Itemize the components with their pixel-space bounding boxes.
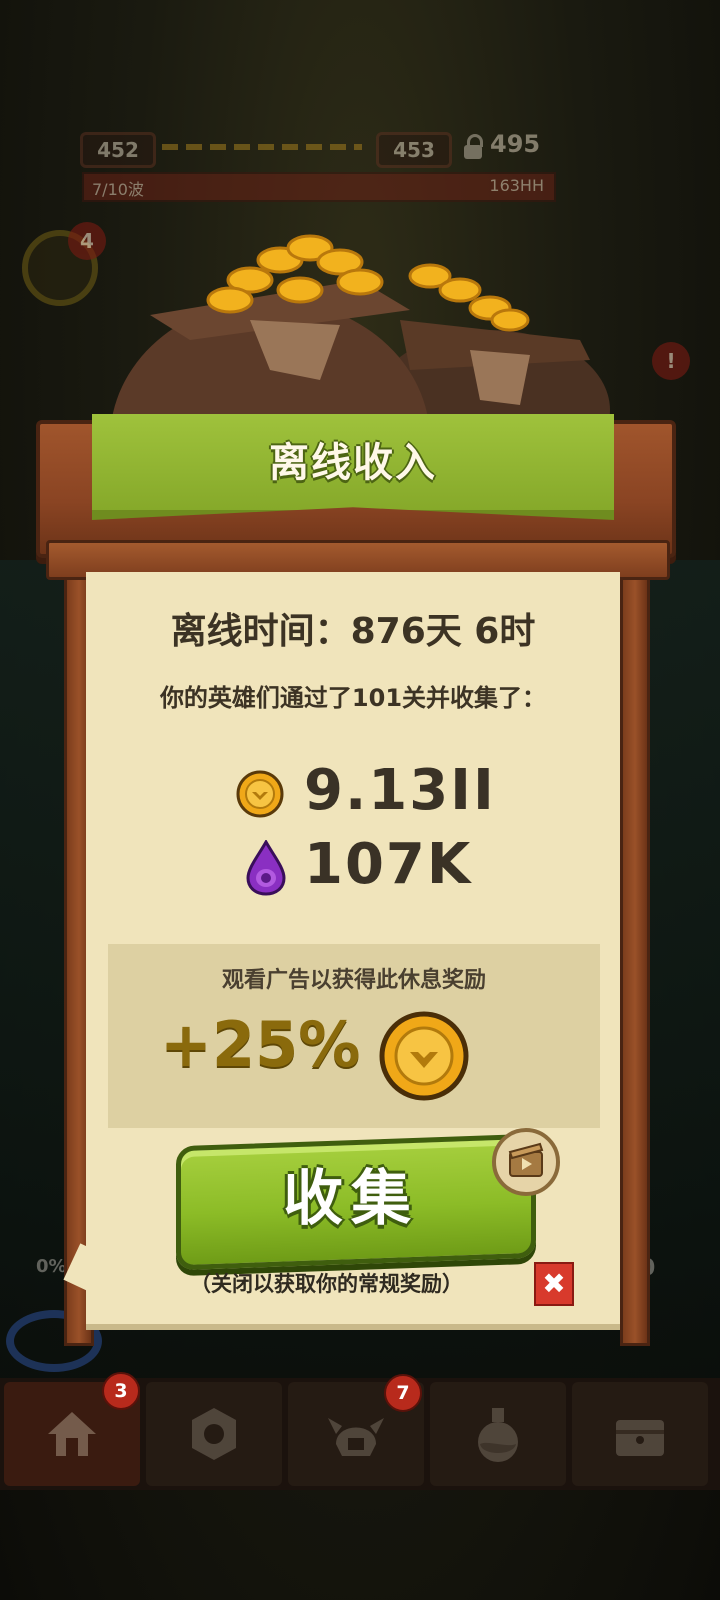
board-post-right [620,540,650,1346]
side-percent: 0% [36,1256,67,1277]
ad-prompt: 观看广告以获得此休息奖励 [221,968,486,993]
gold-coin-icon [236,770,284,818]
collect-button-label[interactable]: 收集 [176,1150,526,1237]
home-badge: 3 [102,1372,140,1410]
heroes-badge: 7 [384,1374,422,1412]
gem-reward-value: 107K [304,832,473,897]
dialog-title: 离线收入 [269,440,437,486]
offline-summary: 你的英雄们通过了101关并收集了： [159,684,547,712]
locked-level: 495 [490,130,541,158]
level-progress-dashes [162,144,362,150]
video-ad-icon [492,1128,560,1196]
wave-counter: 7/10波 [92,180,144,199]
alert-badge: ! [652,342,690,380]
current-level: 452 [80,132,156,168]
close-hint: （关闭以获取你的常规奖励） [190,1272,463,1296]
ad-bonus-percent: +25% [160,1008,361,1081]
next-level: 453 [376,132,452,168]
close-button[interactable]: ✖ [534,1262,574,1306]
bonus-coin-icon [379,1011,469,1101]
lock-icon [464,134,483,160]
wave-hp: 163HH [489,176,544,195]
gem-reward-row: 107K [86,832,620,902]
gold-reward-row: 9.13II [86,758,620,828]
purple-gem-icon [246,840,286,896]
level-progress-hud: 452 453 495 7/10波 163HH [80,130,560,202]
gold-reward-value: 9.13II [304,758,496,823]
quest-badge: 4 [68,222,106,260]
offline-time: 离线时间：876天 6时 [170,611,536,652]
wave-bar: 7/10波 163HH [82,172,556,202]
